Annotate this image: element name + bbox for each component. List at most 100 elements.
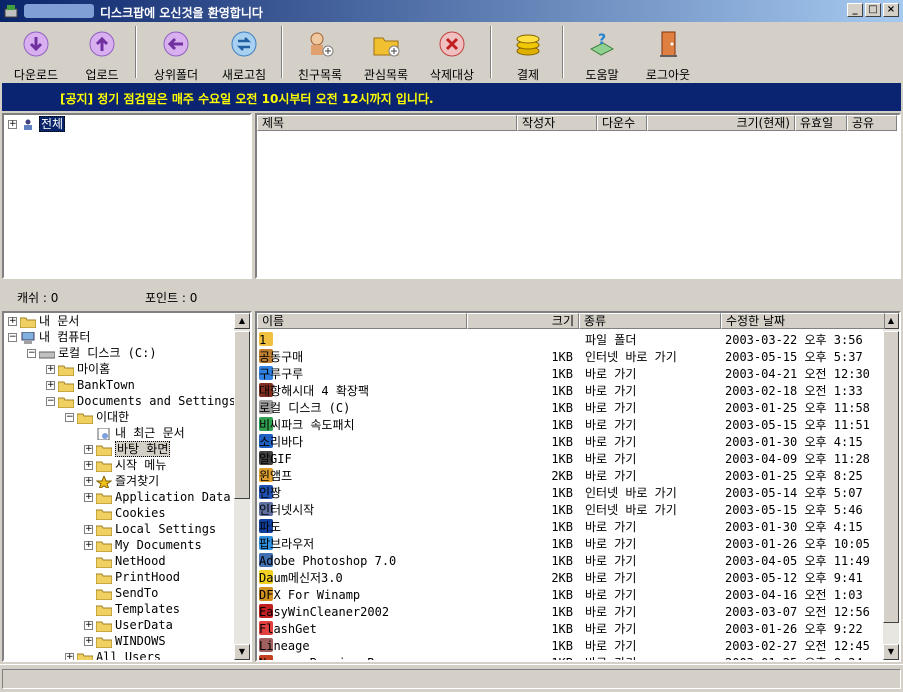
file-row[interactable]: 공동구매 1KB 인터넷 바로 가기 2003-05-15 오후 5:37	[257, 349, 883, 366]
file-row[interactable]: 파도 1KB 바로 가기 2003-01-30 오후 4:15	[257, 519, 883, 536]
file-size: 1KB	[551, 401, 573, 415]
file-type: 바로 가기	[585, 367, 637, 381]
tree-item[interactable]: + 마이홈	[46, 361, 110, 377]
file-date: 2003-01-26 오후 9:22	[725, 622, 863, 636]
friend-add-icon	[310, 32, 334, 57]
scroll-thumb[interactable]	[883, 331, 899, 623]
file-date: 2003-03-22 오후 3:56	[725, 333, 863, 347]
button-label: 로그아웃	[645, 68, 691, 82]
tree-item[interactable]: − 로컬 디스크 (C:)	[27, 345, 157, 361]
tree-item[interactable]: − Documents and Settings	[46, 393, 236, 409]
column-header[interactable]: 작성자	[517, 115, 597, 131]
column-header[interactable]: 크기	[467, 313, 579, 329]
tree-item[interactable]: + 바탕 화면	[84, 441, 171, 457]
file-row[interactable]: Lineage 1KB 바로 가기 2003-02-27 오전 12:45	[257, 638, 883, 655]
expand-icon[interactable]: +	[84, 493, 93, 502]
file-date: 2003-04-16 오전 1:03	[725, 588, 863, 602]
delete-target-button[interactable]: 삭제대상	[418, 25, 486, 83]
tree-label: 내 문서	[39, 314, 80, 328]
expand-icon[interactable]: +	[8, 317, 17, 326]
tree-item[interactable]: NetHood	[84, 553, 166, 569]
tree-item[interactable]: + 즐겨찾기	[84, 473, 159, 489]
tree-item[interactable]: 내 최근 문서	[84, 425, 185, 441]
svg-text:?: ?	[598, 32, 606, 48]
refresh-button[interactable]: 새로고침	[210, 25, 278, 83]
upload-button[interactable]: 업로드	[68, 25, 136, 83]
file-row[interactable]: 비씨파크 속도패치 1KB 바로 가기 2003-05-15 오후 11:51	[257, 417, 883, 434]
file-row[interactable]: DFX For Winamp 1KB 바로 가기 2003-04-16 오전 1:03	[257, 587, 883, 604]
expand-icon[interactable]: +	[46, 365, 55, 374]
tree-item[interactable]: + WINDOWS	[84, 633, 166, 649]
tree-item[interactable]: + My Documents	[84, 537, 202, 553]
expand-icon[interactable]: +	[65, 653, 74, 660]
file-row[interactable]: EasyWinCleaner2002 1KB 바로 가기 2003-03-07 오전 …	[257, 604, 883, 621]
expand-icon[interactable]: +	[84, 525, 93, 534]
expand-icon[interactable]: +	[8, 120, 17, 129]
tree-item[interactable]: Templates	[84, 601, 180, 617]
file-row[interactable]: Nero - Burning Rom 1KB 바로 가기 2003-01-25 오후 …	[257, 655, 883, 660]
column-header[interactable]: 제목	[257, 115, 517, 131]
tree-item[interactable]: + UserData	[84, 617, 173, 633]
column-header[interactable]: 크기(현재)	[647, 115, 795, 131]
column-header[interactable]: 다운수	[597, 115, 647, 131]
scroll-down-button[interactable]: ▼	[883, 644, 899, 660]
payment-button[interactable]: 결제	[494, 25, 562, 83]
collapse-icon[interactable]: −	[65, 413, 74, 422]
maximize-button[interactable]: □	[865, 3, 881, 17]
close-button[interactable]: ×	[883, 3, 899, 17]
collapse-icon[interactable]: −	[46, 397, 55, 406]
file-row[interactable]: 알GIF 1KB 바로 가기 2003-04-09 오후 11:28	[257, 451, 883, 468]
collapse-icon[interactable]: −	[8, 333, 17, 342]
tree-item[interactable]: + BankTown	[46, 377, 135, 393]
file-row[interactable]: 로컬 디스크 (C) 1KB 바로 가기 2003-01-25 오후 11:58	[257, 400, 883, 417]
tree-item[interactable]: − 내 컴퓨터	[8, 329, 90, 345]
column-header[interactable]: 유효일	[795, 115, 847, 131]
tree-item[interactable]: + Local Settings	[84, 521, 216, 537]
file-row[interactable]: 팝브라우저 1KB 바로 가기 2003-01-26 오후 10:05	[257, 536, 883, 553]
tree-label: My Documents	[115, 538, 202, 552]
tree-label: Templates	[115, 602, 181, 616]
expand-icon[interactable]: +	[84, 541, 93, 550]
file-row[interactable]: 인터넷시작 1KB 인터넷 바로 가기 2003-05-15 오후 5:46	[257, 502, 883, 519]
minimize-button[interactable]: _	[847, 3, 863, 17]
file-row[interactable]: 구루구루 1KB 바로 가기 2003-04-21 오전 12:30	[257, 366, 883, 383]
file-row[interactable]: 인짱 1KB 인터넷 바로 가기 2003-05-14 오후 5:07	[257, 485, 883, 502]
collapse-icon[interactable]: −	[27, 349, 36, 358]
tree-label: Documents and Settings	[77, 394, 236, 408]
expand-icon[interactable]: +	[84, 477, 93, 486]
column-header[interactable]: 수정한 날짜	[721, 313, 885, 329]
scroll-down-button[interactable]: ▼	[234, 644, 250, 660]
logout-button[interactable]: 로그아웃	[634, 25, 702, 83]
tree-item[interactable]: − 이대한	[65, 409, 129, 425]
tree-item[interactable]: + Application Data	[84, 489, 231, 505]
tree-item[interactable]: + 시작 메뉴	[84, 457, 166, 473]
tree-item[interactable]: PrintHood	[84, 569, 180, 585]
file-row[interactable]: 대항해시대 4 확장팩 1KB 바로 가기 2003-02-18 오전 1:33	[257, 383, 883, 400]
expand-icon[interactable]: +	[46, 381, 55, 390]
column-header[interactable]: 공유	[847, 115, 897, 131]
file-row[interactable]: Adobe Photoshop 7.0 1KB 바로 가기 2003-04-05 오후…	[257, 553, 883, 570]
scroll-thumb[interactable]	[234, 331, 250, 499]
list-scrollbar[interactable]: ▲ ▼	[883, 313, 899, 660]
upload-arrow-icon	[89, 31, 115, 57]
file-row[interactable]: FlashGet 1KB 바로 가기 2003-01-26 오후 9:22	[257, 621, 883, 638]
expand-icon[interactable]: +	[84, 445, 93, 454]
remote-tree-root[interactable]: + 전체	[8, 116, 66, 132]
tree-item[interactable]: SendTo	[84, 585, 158, 601]
scroll-up-button[interactable]: ▲	[883, 313, 899, 329]
expand-icon[interactable]: +	[84, 637, 93, 646]
file-row[interactable]: 1 파일 폴더 2003-03-22 오후 3:56	[257, 332, 883, 349]
column-header[interactable]: 이름	[257, 313, 467, 329]
scroll-up-button[interactable]: ▲	[234, 313, 250, 329]
expand-icon[interactable]: +	[84, 461, 93, 470]
expand-icon[interactable]: +	[84, 621, 93, 630]
tree-item[interactable]: Cookies	[84, 505, 166, 521]
file-row[interactable]: 소리바다 1KB 바로 가기 2003-01-30 오후 4:15	[257, 434, 883, 451]
tree-scrollbar[interactable]: ▲ ▼	[234, 313, 250, 660]
column-header[interactable]: 종류	[579, 313, 721, 329]
tree-item[interactable]: + All Users	[65, 649, 161, 660]
file-row[interactable]: Daum메신저3.0 2KB 바로 가기 2003-05-12 오후 9:41	[257, 570, 883, 587]
tree-item[interactable]: + 내 문서	[8, 313, 79, 329]
file-row[interactable]: 윈앰프 2KB 바로 가기 2003-01-25 오후 8:25	[257, 468, 883, 485]
file-size: 1KB	[551, 452, 573, 466]
